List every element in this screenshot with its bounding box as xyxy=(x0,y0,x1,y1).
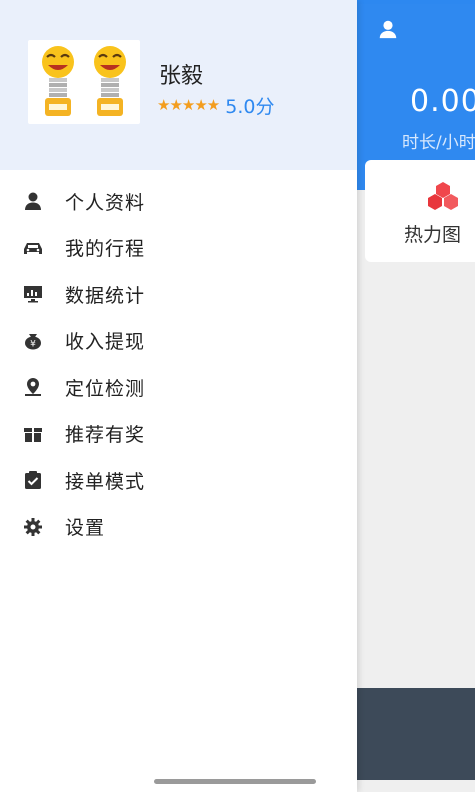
duration-value: 0.00 xyxy=(410,84,475,119)
menu-label: 接单模式 xyxy=(65,470,146,493)
menu-label: 设置 xyxy=(65,517,106,540)
clipboard-check-icon xyxy=(22,469,44,491)
menu-label: 收入提现 xyxy=(65,331,146,354)
menu-item-location-check[interactable]: 定位检测 xyxy=(0,364,357,411)
menu-label: 推荐有奖 xyxy=(65,424,146,447)
menu-label: 数据统计 xyxy=(65,284,146,307)
bottom-panel xyxy=(343,688,475,780)
menu-item-statistics[interactable]: 数据统计 xyxy=(0,271,357,318)
drawer-header: 张毅 ★★★★★ 5.0分 xyxy=(0,0,357,170)
location-icon xyxy=(22,376,44,398)
user-icon[interactable] xyxy=(377,18,399,40)
drawer-menu: 个人资料 我的行程 数据统计 ¥ 收入提现 定位检测 推荐有奖 接单模式 设置 xyxy=(0,178,357,550)
rating-stars: ★★★★★ xyxy=(157,96,220,114)
duration-unit-label: 时长/小时 xyxy=(402,133,475,153)
menu-item-order-mode[interactable]: 接单模式 xyxy=(0,457,357,504)
rating-score: 5.0分 xyxy=(225,95,275,118)
heatmap-cubes-icon xyxy=(428,182,458,210)
gift-box-icon xyxy=(22,423,44,445)
menu-item-referral[interactable]: 推荐有奖 xyxy=(0,411,357,458)
heatmap-label: 热力图 xyxy=(404,224,462,246)
person-icon xyxy=(22,190,44,212)
menu-item-settings[interactable]: 设置 xyxy=(0,504,357,551)
menu-item-profile[interactable]: 个人资料 xyxy=(0,178,357,225)
user-name: 张毅 xyxy=(159,64,204,89)
navigation-drawer: 张毅 ★★★★★ 5.0分 个人资料 我的行程 数据统计 ¥ 收入提现 定位检测… xyxy=(0,0,357,792)
menu-label: 我的行程 xyxy=(65,238,146,261)
svg-text:¥: ¥ xyxy=(30,339,36,349)
menu-label: 个人资料 xyxy=(65,191,146,214)
menu-item-trips[interactable]: 我的行程 xyxy=(0,225,357,272)
money-bag-icon: ¥ xyxy=(22,330,44,352)
home-indicator[interactable] xyxy=(154,779,316,784)
user-rating: ★★★★★ 5.0分 xyxy=(157,93,275,118)
car-icon xyxy=(22,237,44,259)
avatar-emoji-springs xyxy=(42,46,126,116)
gear-icon xyxy=(22,516,44,538)
menu-item-withdraw[interactable]: ¥ 收入提现 xyxy=(0,318,357,365)
avatar[interactable] xyxy=(28,40,140,124)
menu-label: 定位检测 xyxy=(65,377,146,400)
screen: 0.00 时长/小时 热力图 张毅 ★★★★★ 5.0分 个人资料 我的行程 数… xyxy=(0,0,475,792)
chart-monitor-icon xyxy=(22,283,44,305)
